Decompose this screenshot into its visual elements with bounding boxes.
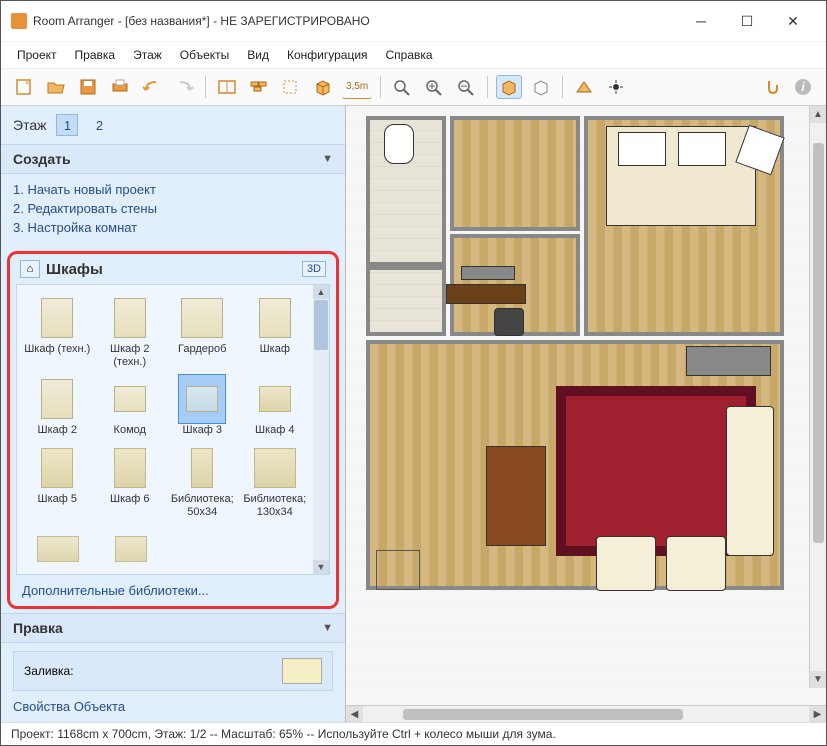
light-icon[interactable] [603, 75, 629, 99]
step-edit-walls[interactable]: 2. Редактировать стены [13, 199, 333, 218]
zoom-out-icon[interactable] [453, 75, 479, 99]
scroll-down-icon[interactable]: ▼ [313, 560, 329, 574]
sidebar: Этаж 1 2 Создать ▼ 1. Начать новый проек… [1, 106, 346, 722]
zoom-fit-icon[interactable] [389, 75, 415, 99]
statusbar: Проект: 1168cm x 700cm, Этаж: 1/2 -- Мас… [1, 722, 826, 745]
canvas-horizontal-scrollbar[interactable]: ◀ ▶ [346, 705, 826, 722]
library-3d-button[interactable]: 3D [302, 261, 326, 277]
menu-floor[interactable]: Этаж [131, 46, 164, 64]
floor-2-button[interactable]: 2 [88, 114, 110, 136]
canvas-vertical-scrollbar[interactable]: ▲ ▼ [809, 106, 826, 688]
collapse-icon: ▼ [322, 622, 333, 634]
canvas[interactable]: ▲ ▼ ◀ ▶ [346, 106, 826, 722]
scroll-up-icon[interactable]: ▲ [313, 285, 329, 299]
minimize-button[interactable]: ─ [678, 7, 724, 35]
scroll-thumb[interactable] [314, 300, 328, 350]
library-item[interactable]: Шкаф 2 (техн.) [94, 291, 167, 372]
select-icon[interactable] [278, 75, 304, 99]
step-new-project[interactable]: 1. Начать новый проект [13, 180, 333, 199]
scroll-thumb[interactable] [813, 143, 824, 543]
fill-label: Заливка: [24, 664, 74, 678]
create-panel-header[interactable]: Создать ▼ [1, 144, 345, 174]
open-icon[interactable] [43, 75, 69, 99]
edit-panel-header[interactable]: Правка ▼ [1, 613, 345, 643]
close-button[interactable]: ✕ [770, 7, 816, 35]
toolbar: 3,5m i [1, 69, 826, 106]
bricks-icon[interactable] [246, 75, 272, 99]
undo-icon[interactable] [139, 75, 165, 99]
step-room-setup[interactable]: 3. Настройка комнат [13, 218, 333, 237]
scroll-down-icon[interactable]: ▼ [810, 671, 826, 688]
library-item[interactable]: Шкаф 2 [21, 372, 94, 441]
menu-view[interactable]: Вид [245, 46, 271, 64]
zoom-in-icon[interactable] [421, 75, 447, 99]
library-title: Шкафы [46, 261, 103, 278]
more-libraries-link[interactable]: Дополнительные библиотеки... [14, 577, 332, 602]
library-item[interactable]: Шкаф 6 [94, 441, 167, 522]
window-title: Room Arranger - [без названия*] - НЕ ЗАР… [33, 14, 678, 28]
scroll-right-icon[interactable]: ▶ [809, 706, 826, 722]
fill-swatch[interactable] [282, 658, 322, 684]
library-item[interactable] [21, 522, 94, 574]
library-panel: ⌂ Шкафы 3D Шкаф (техн.) Шкаф 2 (техн.) Г… [7, 251, 339, 609]
library-item[interactable]: Комод [94, 372, 167, 441]
floor-label: Этаж [13, 117, 46, 133]
scroll-up-icon[interactable]: ▲ [810, 106, 826, 123]
dimension-icon[interactable]: 3,5m [342, 75, 372, 99]
menu-edit[interactable]: Правка [73, 46, 118, 64]
library-item[interactable]: Гардероб [166, 291, 239, 372]
walls-icon[interactable] [214, 75, 240, 99]
menubar: Проект Правка Этаж Объекты Вид Конфигура… [1, 42, 826, 69]
library-item[interactable]: Библиотека; 50x34 [166, 441, 239, 522]
library-item[interactable]: Шкаф 5 [21, 441, 94, 522]
print-icon[interactable] [107, 75, 133, 99]
library-scrollbar[interactable]: ▲ ▼ [313, 285, 329, 574]
library-item-selected[interactable]: Шкаф 3 [166, 372, 239, 441]
library-item[interactable]: Шкаф (техн.) [21, 291, 94, 372]
object-properties-link[interactable]: Свойства Объекта [13, 699, 333, 714]
titlebar: Room Arranger - [без названия*] - НЕ ЗАР… [1, 1, 826, 42]
scroll-left-icon[interactable]: ◀ [346, 706, 363, 722]
menu-project[interactable]: Проект [15, 46, 59, 64]
render-icon[interactable] [571, 75, 597, 99]
library-grid: Шкаф (техн.) Шкаф 2 (техн.) Гардероб Шка… [17, 285, 313, 574]
scroll-thumb[interactable] [403, 709, 683, 720]
box-icon[interactable] [310, 75, 336, 99]
touch-icon[interactable] [758, 75, 784, 99]
new-icon[interactable] [11, 75, 37, 99]
menu-objects[interactable]: Объекты [178, 46, 232, 64]
menu-config[interactable]: Конфигурация [285, 46, 370, 64]
library-item[interactable] [94, 522, 167, 574]
maximize-button[interactable]: ☐ [724, 7, 770, 35]
save-icon[interactable] [75, 75, 101, 99]
library-home-icon[interactable]: ⌂ [20, 260, 40, 278]
app-icon [11, 13, 27, 29]
library-item[interactable]: Библиотека; 130x34 [239, 441, 312, 522]
view3d-solid-icon[interactable] [496, 75, 522, 99]
view3d-wire-icon[interactable] [528, 75, 554, 99]
library-item[interactable]: Шкаф [239, 291, 312, 372]
menu-help[interactable]: Справка [384, 46, 435, 64]
library-item[interactable]: Шкаф 4 [239, 372, 312, 441]
floor-1-button[interactable]: 1 [56, 114, 78, 136]
info-icon[interactable]: i [790, 75, 816, 99]
redo-icon[interactable] [171, 75, 197, 99]
collapse-icon: ▼ [322, 153, 333, 165]
